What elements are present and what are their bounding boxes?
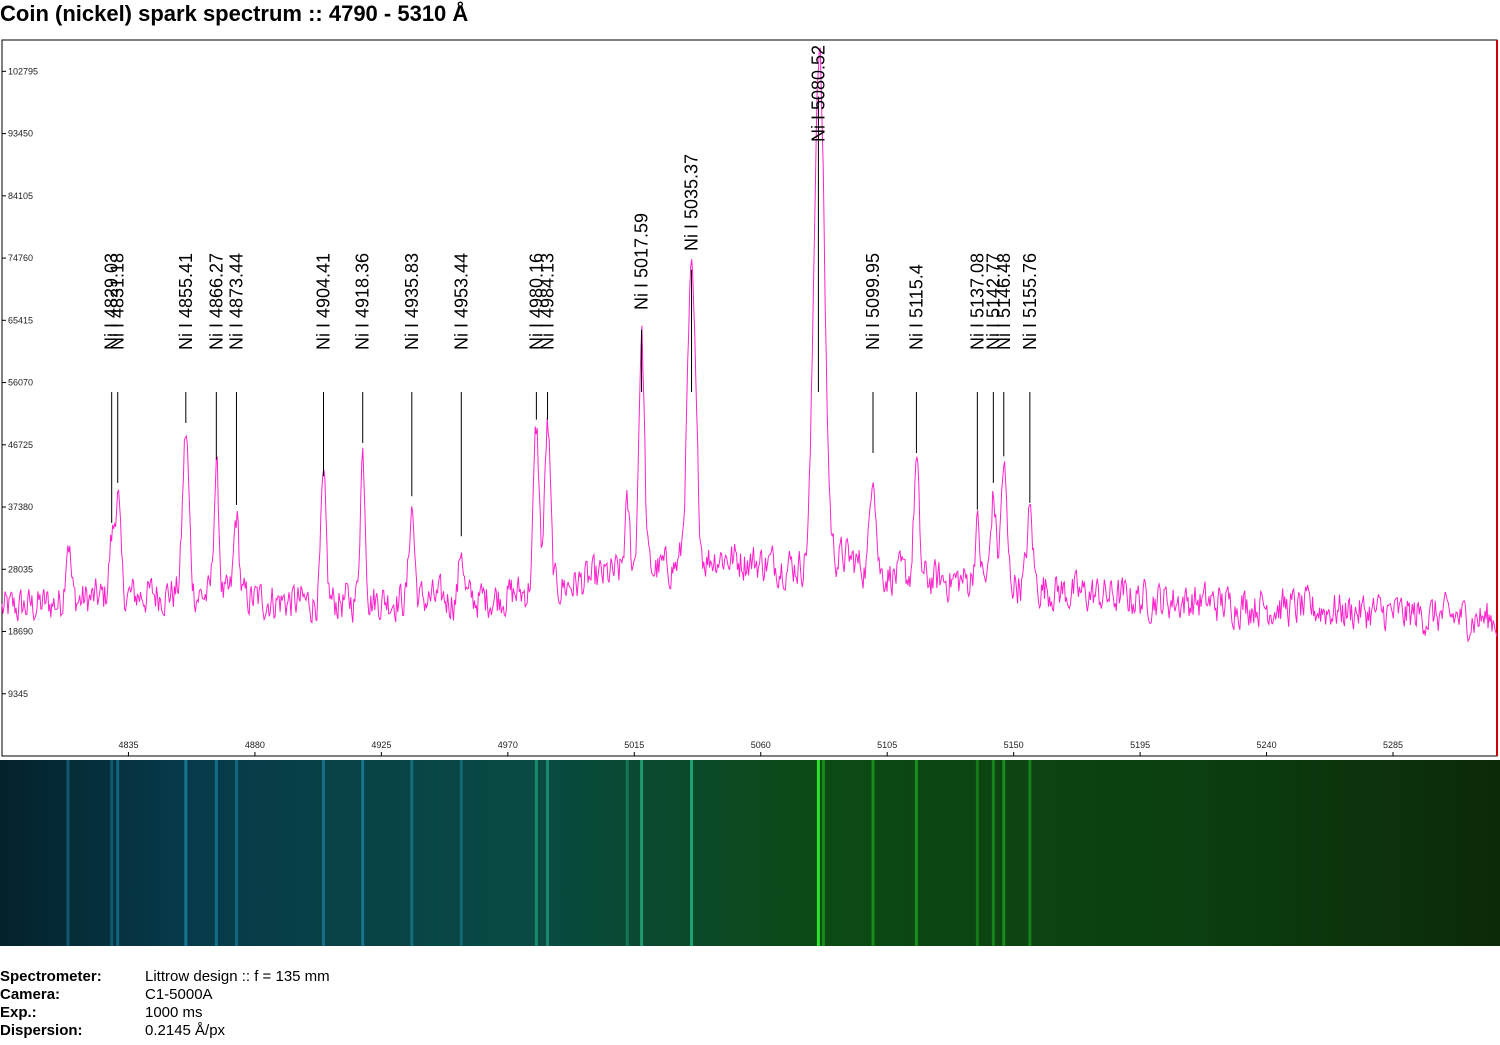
info-value: Littrow design :: f = 135 mm bbox=[145, 968, 330, 985]
peak-label: Ni I 4918.36 bbox=[353, 253, 373, 350]
emission-line bbox=[975, 760, 979, 946]
peak-label: Ni I 5146.48 bbox=[994, 253, 1014, 350]
peak-label: Ni I 5115.4 bbox=[906, 264, 926, 350]
emission-line bbox=[640, 760, 644, 946]
peak-label: Ni I 5155.76 bbox=[1020, 253, 1040, 350]
x-tick-label: 5105 bbox=[877, 740, 897, 750]
emission-line bbox=[322, 760, 326, 946]
spectrum-strip-image bbox=[0, 760, 1500, 946]
spectrum-chart: 9345 18690 28035 37380 46725 56070 65415 74760 8… bbox=[1, 39, 1498, 757]
y-tick-label: 46725 bbox=[8, 440, 33, 450]
plot-frame bbox=[1, 39, 1498, 757]
emission-line bbox=[110, 760, 114, 946]
strip-background bbox=[0, 760, 1500, 946]
emission-line bbox=[234, 760, 238, 946]
emission-line bbox=[625, 760, 629, 946]
emission-line bbox=[459, 760, 463, 946]
info-key: Exp.: bbox=[0, 1004, 37, 1021]
emission-line bbox=[871, 760, 875, 946]
emission-line bbox=[1028, 760, 1032, 946]
emission-line bbox=[116, 760, 120, 946]
y-tick-label: 84105 bbox=[8, 191, 33, 201]
peak-label: Ni I 5099.95 bbox=[863, 253, 883, 350]
y-tick-label: 102795 bbox=[8, 66, 38, 76]
emission-line bbox=[1002, 760, 1006, 946]
peak-label: Ni I 5017.59 bbox=[632, 213, 652, 310]
y-tick-label: 56070 bbox=[8, 378, 33, 388]
info-row-spectrometer: Spectrometer: Littrow design :: f = 135 … bbox=[0, 968, 330, 986]
x-tick-label: 4925 bbox=[371, 740, 391, 750]
x-tick-label: 5060 bbox=[751, 740, 771, 750]
peak-label: Ni I 5080.52 bbox=[808, 45, 828, 142]
emission-line bbox=[410, 760, 414, 946]
emission-line bbox=[66, 760, 70, 946]
peak-label: Ni I 5035.37 bbox=[682, 154, 702, 251]
peak-label: Ni I 4953.44 bbox=[451, 253, 471, 350]
emission-line bbox=[991, 760, 995, 946]
emission-line bbox=[534, 760, 538, 946]
peak-label: Ni I 4935.83 bbox=[402, 253, 422, 350]
peak-label: Ni I 4831.18 bbox=[108, 253, 128, 350]
instrument-info: Spectrometer: Littrow design :: f = 135 … bbox=[0, 968, 330, 1040]
emission-line bbox=[184, 760, 188, 946]
info-key: Dispersion: bbox=[0, 1022, 83, 1039]
x-tick-label: 5015 bbox=[624, 740, 644, 750]
y-tick-label: 28035 bbox=[8, 564, 33, 574]
y-tick-label: 18690 bbox=[8, 627, 33, 637]
x-tick-label: 5240 bbox=[1257, 740, 1277, 750]
page-title: Coin (nickel) spark spectrum :: 4790 - 5… bbox=[0, 1, 469, 26]
info-row-dispersion: Dispersion: 0.2145 Å/px bbox=[0, 1022, 330, 1040]
y-tick-label: 37380 bbox=[8, 502, 33, 512]
info-row-camera: Camera: C1-5000A bbox=[0, 986, 330, 1004]
info-value: 1000 ms bbox=[145, 1004, 203, 1021]
emission-line bbox=[361, 760, 365, 946]
y-tick-label: 9345 bbox=[8, 689, 28, 699]
y-tick-label: 93450 bbox=[8, 129, 33, 139]
y-tick-label: 65415 bbox=[8, 315, 33, 325]
emission-line bbox=[546, 760, 550, 946]
peak-label: Ni I 4984.13 bbox=[538, 253, 558, 350]
peak-label: Ni I 4866.27 bbox=[206, 253, 226, 350]
emission-line bbox=[816, 760, 820, 946]
emission-line bbox=[821, 760, 825, 946]
peak-label: Ni I 4855.41 bbox=[176, 253, 196, 350]
info-key: Spectrometer: bbox=[0, 968, 102, 985]
info-value: C1-5000A bbox=[145, 986, 213, 1003]
x-tick-label: 4835 bbox=[118, 740, 138, 750]
emission-line bbox=[914, 760, 918, 946]
x-tick-label: 4880 bbox=[245, 740, 265, 750]
x-tick-label: 5150 bbox=[1004, 740, 1024, 750]
emission-line bbox=[690, 760, 694, 946]
info-key: Camera: bbox=[0, 986, 61, 1003]
x-tick-label: 5195 bbox=[1130, 740, 1150, 750]
peak-label: Ni I 4873.44 bbox=[226, 253, 246, 350]
peak-label: Ni I 4904.41 bbox=[314, 253, 334, 350]
y-tick-label: 74760 bbox=[8, 253, 33, 263]
emission-line bbox=[214, 760, 218, 946]
info-value: 0.2145 Å/px bbox=[145, 1022, 226, 1039]
x-tick-label: 4970 bbox=[498, 740, 518, 750]
info-row-exposure: Exp.: 1000 ms bbox=[0, 1004, 330, 1022]
x-tick-label: 5285 bbox=[1383, 740, 1403, 750]
